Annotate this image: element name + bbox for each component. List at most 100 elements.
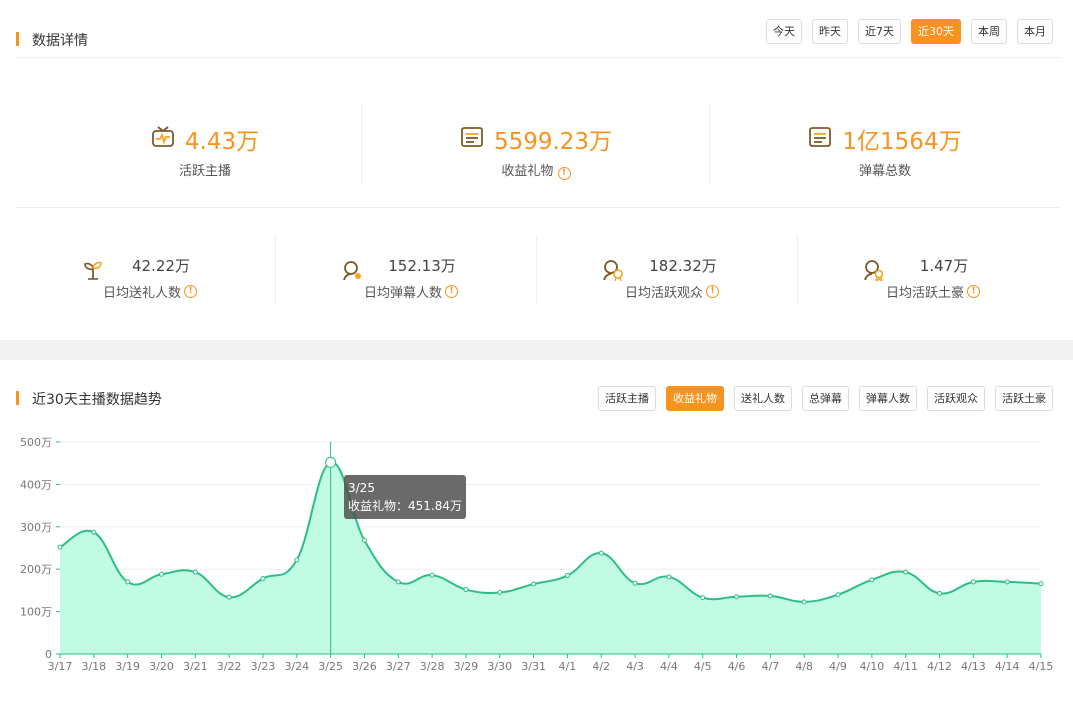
data-point[interactable]	[57, 544, 63, 550]
data-point[interactable]	[903, 569, 909, 575]
tv-icon	[151, 125, 175, 153]
section-title: 数据详情	[16, 30, 88, 50]
stat-daily-active-viewers: 182.32万 日均活跃观众 !	[542, 255, 802, 305]
data-point[interactable]	[429, 572, 435, 578]
tooltip-date: 3/25	[348, 481, 375, 495]
divider	[16, 207, 1060, 208]
data-point[interactable]	[666, 574, 672, 580]
x-tick-label: 3/27	[386, 660, 411, 673]
stat-label: 日均活跃观众 !	[542, 282, 802, 301]
data-point[interactable]	[463, 587, 469, 593]
section-title: 近30天主播数据趋势	[16, 389, 162, 409]
y-tick-label: 100万	[20, 606, 52, 619]
range-button[interactable]: 本周	[971, 19, 1007, 44]
info-icon[interactable]: !	[184, 285, 197, 298]
x-tick-label: 4/6	[728, 660, 746, 673]
user-icon	[341, 259, 363, 285]
stat-value: 1亿1564万	[842, 129, 962, 155]
metric-button[interactable]: 活跃主播	[598, 386, 656, 411]
range-button[interactable]: 近30天	[911, 19, 961, 44]
range-button-group: 今天 昨天 近7天 近30天 本周 本月	[766, 19, 1053, 44]
x-tick-label: 4/15	[1029, 660, 1054, 673]
x-tick-label: 4/11	[893, 660, 918, 673]
stat-label-text: 日均活跃观众	[624, 286, 703, 301]
stat-label-text: 日均弹幕人数	[363, 286, 442, 301]
data-point[interactable]	[598, 550, 604, 556]
stat-label: 弹幕总数	[858, 164, 911, 179]
data-point[interactable]	[937, 590, 943, 596]
data-point[interactable]	[564, 573, 570, 579]
info-icon[interactable]: !	[706, 285, 719, 298]
medal-icon	[863, 259, 885, 285]
x-tick-label: 4/5	[694, 660, 712, 673]
x-tick-label: 3/28	[420, 660, 445, 673]
data-point[interactable]	[294, 557, 300, 563]
stat-label-text: 收益礼物	[501, 164, 554, 179]
stat-label: 收益礼物 !	[366, 160, 706, 180]
data-detail-section: 数据详情 今天 昨天 近7天 近30天 本周 本月 4.43万 活跃主播 5599.23万…	[0, 0, 1073, 340]
data-point[interactable]	[767, 593, 773, 599]
data-point[interactable]	[632, 580, 638, 586]
data-point[interactable]	[801, 599, 807, 605]
metric-button-group: 活跃主播 收益礼物 送礼人数 总弹幕 弹幕人数 活跃观众 活跃土豪	[598, 386, 1053, 411]
data-point[interactable]	[734, 594, 740, 600]
info-icon[interactable]: !	[967, 285, 980, 298]
divider	[275, 235, 276, 305]
info-icon[interactable]: !	[445, 285, 458, 298]
x-tick-label: 3/19	[115, 660, 140, 673]
list-icon	[808, 125, 832, 153]
stat-value: 152.13万	[388, 257, 456, 275]
area-fill	[60, 462, 1041, 654]
stat-gift-income: 5599.23万 收益礼物 !	[366, 122, 706, 182]
data-point[interactable]	[158, 571, 164, 577]
x-tick-label: 4/4	[660, 660, 678, 673]
range-button[interactable]: 本月	[1017, 19, 1053, 44]
data-point[interactable]	[970, 579, 976, 585]
metric-button[interactable]: 总弹幕	[802, 386, 849, 411]
data-point[interactable]	[497, 590, 503, 596]
x-tick-label: 3/22	[217, 660, 242, 673]
x-tick-label: 3/18	[81, 660, 106, 673]
divider	[709, 104, 710, 184]
x-tick-label: 4/12	[927, 660, 952, 673]
stat-label: 日均送礼人数 !	[20, 282, 280, 301]
data-point[interactable]	[1038, 581, 1044, 587]
metric-button[interactable]: 送礼人数	[734, 386, 792, 411]
data-point[interactable]	[260, 576, 266, 582]
divider	[536, 235, 537, 305]
data-point[interactable]	[91, 529, 97, 535]
stat-value: 182.32万	[649, 257, 717, 275]
data-point[interactable]	[361, 537, 367, 543]
metric-button[interactable]: 弹幕人数	[859, 386, 917, 411]
range-button[interactable]: 昨天	[812, 19, 848, 44]
sprout-icon	[82, 259, 104, 285]
data-point[interactable]	[395, 579, 401, 585]
divider	[361, 104, 362, 184]
stat-label: 活跃主播	[178, 164, 231, 179]
x-tick-label: 4/10	[860, 660, 885, 673]
viewer-icon	[602, 259, 624, 285]
metric-button[interactable]: 活跃观众	[927, 386, 985, 411]
stat-label-text: 日均活跃土豪	[885, 286, 964, 301]
stat-value: 1.47万	[919, 257, 969, 275]
data-point[interactable]	[226, 594, 232, 600]
range-button[interactable]: 今天	[766, 19, 802, 44]
data-point[interactable]	[531, 581, 537, 587]
x-tick-label: 3/20	[149, 660, 174, 673]
data-point[interactable]	[125, 579, 131, 585]
metric-button[interactable]: 活跃土豪	[995, 386, 1053, 411]
data-point[interactable]	[1004, 579, 1010, 585]
x-tick-label: 3/25	[318, 660, 343, 673]
stat-value: 4.43万	[184, 129, 260, 155]
metric-button[interactable]: 收益礼物	[666, 386, 724, 411]
list-icon	[460, 125, 484, 153]
data-point[interactable]	[835, 592, 841, 598]
info-icon[interactable]: !	[557, 167, 571, 180]
data-point[interactable]	[869, 577, 875, 583]
data-point[interactable]	[700, 595, 706, 601]
range-button[interactable]: 近7天	[858, 19, 901, 44]
data-point[interactable]	[325, 456, 337, 468]
x-tick-label: 3/24	[284, 660, 309, 673]
data-point[interactable]	[192, 569, 198, 575]
x-tick-label: 4/8	[795, 660, 813, 673]
